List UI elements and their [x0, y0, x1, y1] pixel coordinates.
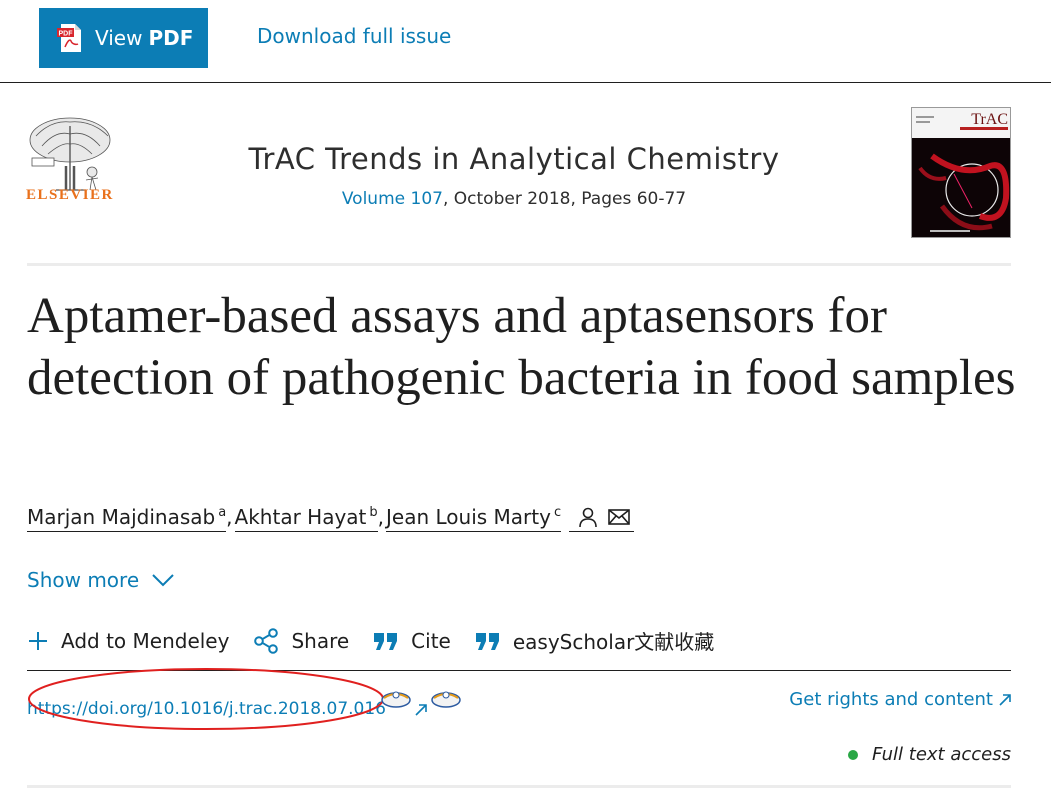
quote-icon [374, 632, 398, 650]
author-list: Marjan Majdinasab a , Akhtar Hayat b , Jea… [27, 505, 635, 532]
journal-cover[interactable]: TrAC [911, 107, 1011, 238]
sherpa-icon[interactable] [380, 688, 412, 710]
author-affiliation: b [369, 505, 378, 520]
author-link[interactable]: Akhtar Hayat b [234, 505, 378, 532]
article-title: Aptamer-based assays and aptasensors for… [27, 288, 1016, 406]
author-affiliation: c [553, 505, 562, 520]
header-divider [27, 263, 1011, 266]
corresponding-author-contact[interactable] [569, 506, 635, 532]
journal-title-text[interactable]: TrAC Trends in Analytical Chemistry [249, 142, 780, 176]
author-link[interactable]: Marjan Majdinasab a [27, 505, 227, 532]
cite-label: Cite [411, 628, 451, 653]
doi-link[interactable]: https://doi.org/10.1016/j.trac.2018.07.0… [27, 699, 386, 719]
journal-title[interactable]: TrAC Trends in Analytical Chemistry [0, 142, 1028, 176]
easyscholar-button[interactable]: easyScholar文献收藏 [475, 626, 714, 655]
envelope-icon [608, 509, 630, 525]
plus-icon [29, 631, 47, 650]
get-rights-link[interactable]: Get rights and content [789, 689, 1011, 710]
author-name: Marjan Majdinasab [27, 505, 216, 529]
author-affiliation: a [218, 505, 227, 520]
add-to-mendeley-label: Add to Mendeley [61, 628, 230, 653]
view-pdf-label-bold: PDF [148, 26, 194, 50]
volume-link[interactable]: Volume 107 [342, 189, 443, 209]
access-status-label: Full text access [872, 744, 1011, 765]
external-link-icon [999, 693, 1011, 706]
author-name: Jean Louis Marty [386, 505, 551, 529]
show-more-button[interactable]: Show more [27, 568, 175, 592]
author-separator: , [226, 505, 233, 529]
access-status-dot [848, 749, 859, 760]
journal-meta: Volume 107, October 2018, Pages 60-77 [0, 189, 1028, 209]
cite-button[interactable]: Cite [373, 629, 451, 653]
share-icon [254, 627, 279, 654]
view-pdf-label: View [95, 26, 143, 50]
view-pdf-button[interactable]: PDF View PDF [39, 8, 208, 68]
share-label: Share [291, 628, 350, 653]
author-separator: , [377, 505, 385, 529]
get-rights-label: Get rights and content [789, 689, 993, 710]
access-status: Full text access [848, 744, 1011, 765]
pdf-icon: PDF [57, 24, 81, 52]
pdf-icon-text: PDF [59, 30, 74, 37]
share-button[interactable]: Share [253, 627, 350, 654]
footer-divider [27, 785, 1011, 788]
show-more-label: Show more [27, 568, 140, 592]
easyscholar-label: easyScholar文献收藏 [512, 630, 715, 654]
person-icon [579, 507, 597, 528]
actions-divider [27, 670, 1011, 671]
chevron-down-icon [152, 574, 174, 587]
add-to-mendeley-button[interactable]: Add to Mendeley [27, 629, 229, 653]
quote-icon [475, 632, 499, 650]
download-full-issue-link[interactable]: Download full issue [257, 24, 451, 48]
cover-title: TrAC [971, 111, 1008, 128]
sherpa-icon[interactable] [430, 688, 462, 710]
author-name: Akhtar Hayat [234, 505, 367, 529]
journal-cover-art: TrAC [912, 108, 1010, 232]
external-link-icon[interactable] [414, 703, 428, 717]
article-actions: Add to Mendeley Share Cite easyScholar文献… [27, 626, 738, 655]
author-link[interactable]: Jean Louis Marty c [386, 505, 562, 532]
issue-date-pages: , October 2018, Pages 60-77 [442, 189, 687, 209]
top-toolbar: PDF View PDF Download full issue [0, 0, 1051, 83]
